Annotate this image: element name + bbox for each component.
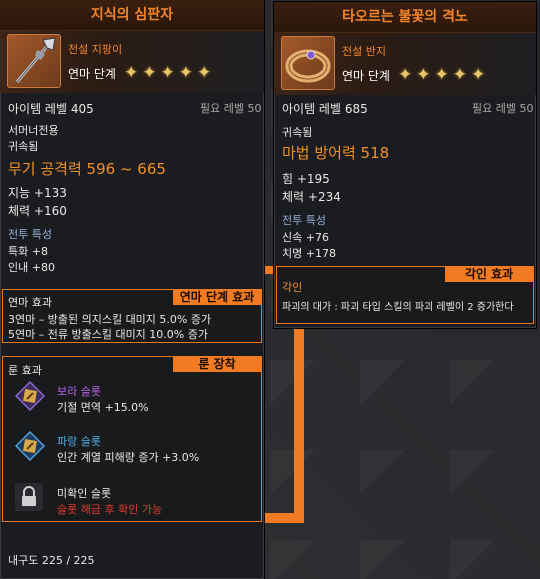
- item-grade: 전설 지팡이: [68, 43, 123, 56]
- bound-status: 귀속됨: [8, 140, 39, 153]
- enhance-level-label: 연마 단계: [68, 67, 116, 81]
- enhance-effect-label: 연마 효과: [8, 296, 52, 309]
- combat-stats-title: 전투 특성: [282, 214, 326, 227]
- enhance-star-icon: ✦: [123, 63, 139, 83]
- rune-effect-tag: 룬 장착: [173, 356, 261, 372]
- combat-stat-endurance: 인내 +80: [8, 261, 55, 274]
- enhance-star-icon: ✦: [178, 63, 193, 83]
- item-tooltip-ring: 타오르는 불꽃의 격노 전설 반지 연마 단계 ✦ ✦ ✦ ✦ ✦ 아이템 레벨…: [274, 2, 536, 328]
- ring-icon: [281, 36, 335, 90]
- combat-stats-title: 전투 특성: [8, 228, 52, 241]
- rune-slot-effect: 슬롯 해금 후 확인 가능: [57, 503, 163, 516]
- enhance-star-icon: ✦: [470, 65, 486, 85]
- engrave-effect-text: 파괴의 대가 : 파괴 타입 스킬의 파괴 레벨이 2 증가한다: [282, 302, 514, 313]
- enhance-effect-box: 연마 단계 효과 연마 효과 3연마 – 방출된 의지스킬 대미지 5.0% 증…: [2, 289, 262, 343]
- item-level: 아이템 레벨 405: [8, 102, 94, 116]
- enhance-level-row: 연마 단계 ✦ ✦ ✦ ✦ ✦: [68, 65, 213, 82]
- stat-vitality: 체력 +160: [8, 204, 67, 218]
- connector-line: [294, 323, 304, 523]
- enhance-star-icon: ✦: [196, 63, 212, 83]
- required-level: 필요 레벨 50: [472, 102, 534, 115]
- enhance-effect-tag: 연마 단계 효과: [173, 289, 261, 305]
- item-tooltip-weapon: 지식의 심판자 전설 지팡이 연마 단계 ✦ ✦ ✦ ✦ ✦ 아이템 레벨 40…: [0, 0, 264, 579]
- connector-line: [262, 513, 304, 523]
- enhance-effect-line: 3연마 – 방출된 의지스킬 대미지 5.0% 증가: [8, 313, 212, 326]
- rune-slot-effect: 인간 계열 피해량 증가 +3.0%: [57, 451, 200, 464]
- stat-vitality: 체력 +234: [282, 190, 341, 204]
- purple-rune-icon: [14, 380, 46, 412]
- enhance-star-icon: ✦: [397, 65, 413, 85]
- combat-stat-swiftness: 신속 +76: [282, 231, 329, 244]
- class-restriction: 서머너전용: [8, 124, 59, 137]
- blue-rune-icon: [14, 430, 46, 462]
- rune-effect-box: 룬 장착 룬 효과 보라 슬롯 기절 면역 +15.0% 파랑 슬롯 인간 계열…: [2, 356, 262, 522]
- combat-stat-crit: 치명 +178: [282, 247, 336, 260]
- item-name: 지식의 심판자: [0, 0, 264, 31]
- rune-slot-name: 보라 슬롯: [57, 385, 101, 398]
- item-level: 아이템 레벨 685: [282, 102, 368, 116]
- rune-slot-effect: 기절 면역 +15.0%: [57, 401, 149, 414]
- bound-status: 귀속됨: [282, 126, 313, 139]
- item-header: 전설 지팡이 연마 단계 ✦ ✦ ✦ ✦ ✦: [0, 31, 264, 93]
- rune-effect-label: 룬 효과: [8, 364, 42, 377]
- enhance-effect-line: 5연마 – 전류 방출스킬 대미지 10.0% 증가: [8, 328, 208, 341]
- enhance-star-icon: ✦: [416, 65, 431, 85]
- item-name: 타오르는 불꽃의 격노: [274, 2, 536, 33]
- enhance-star-icon: ✦: [160, 63, 175, 83]
- magic-defense: 마법 방어력 518: [282, 144, 390, 162]
- enhance-level-label: 연마 단계: [342, 69, 390, 83]
- required-level: 필요 레벨 50: [200, 102, 262, 115]
- item-grade: 전설 반지: [342, 45, 386, 58]
- enhance-star-icon: ✦: [434, 65, 449, 85]
- durability: 내구도 225 / 225: [8, 554, 95, 567]
- combat-stat-specialization: 특화 +8: [8, 245, 48, 258]
- rune-slot-name: 미확인 슬롯: [57, 487, 112, 500]
- engrave-effect-tag: 각인 효과: [445, 266, 533, 282]
- enhance-level-row: 연마 단계 ✦ ✦ ✦ ✦ ✦: [342, 67, 487, 84]
- engrave-effect-label: 각인: [282, 281, 303, 294]
- lock-icon: [15, 483, 43, 511]
- stat-intelligence: 지능 +133: [8, 186, 67, 200]
- enhance-star-icon: ✦: [452, 65, 467, 85]
- engrave-effect-box: 각인 효과 각인 파괴의 대가 : 파괴 타입 스킬의 파괴 레벨이 2 증가한…: [276, 266, 534, 324]
- rune-slot-name: 파랑 슬롯: [57, 435, 101, 448]
- enhance-star-icon: ✦: [142, 63, 157, 83]
- weapon-attack: 무기 공격력 596 ~ 665: [8, 160, 166, 178]
- item-header: 전설 반지 연마 단계 ✦ ✦ ✦ ✦ ✦: [274, 33, 536, 95]
- stat-strength: 힘 +195: [282, 172, 330, 186]
- staff-icon: [7, 34, 61, 88]
